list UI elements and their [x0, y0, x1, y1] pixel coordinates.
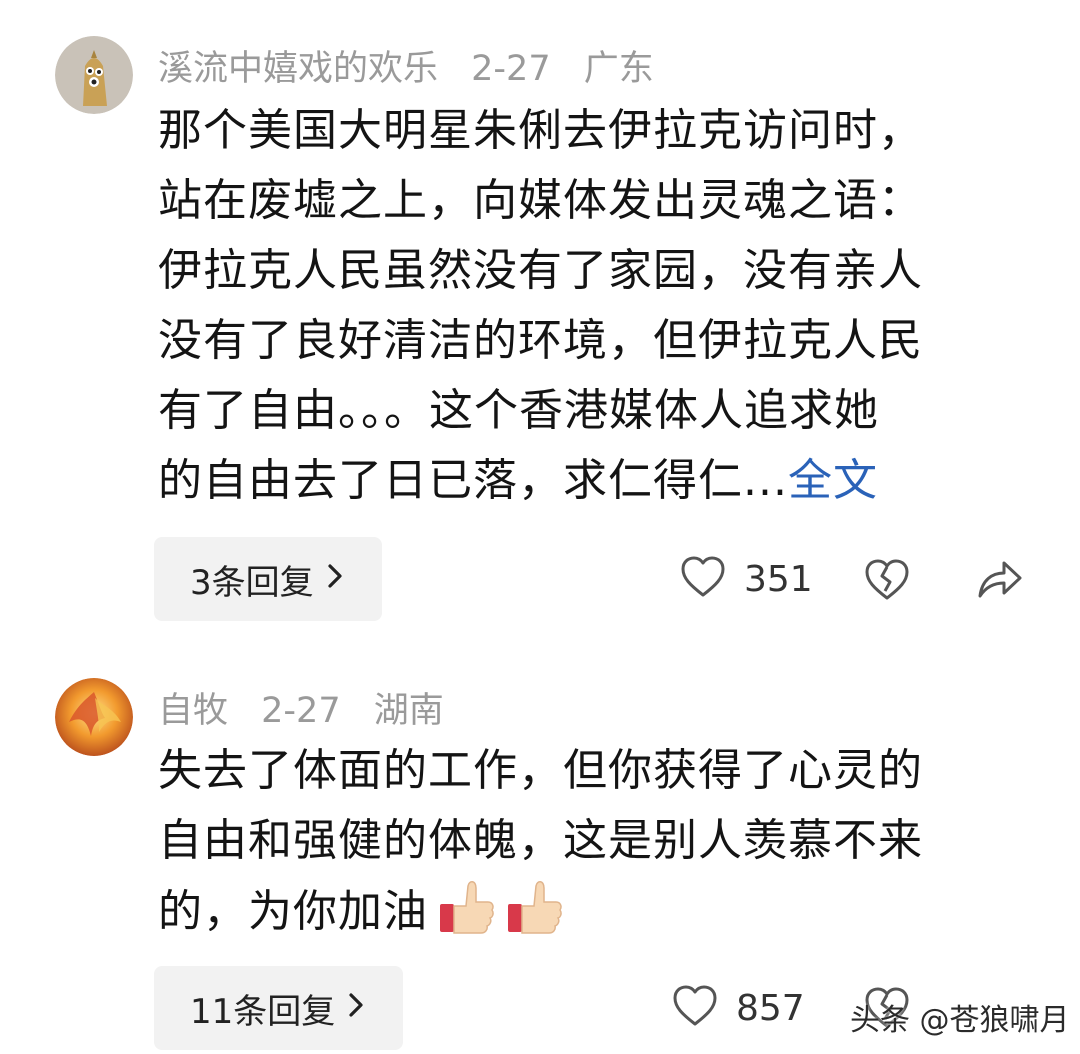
comment-date: 2-27 [261, 691, 341, 731]
comment-line: 的自由去了日已落，求仁得仁... [158, 455, 788, 506]
like-count: 857 [736, 987, 805, 1029]
comment-line: 自由和强健的体魄，这是别人羡慕不来 [158, 815, 923, 866]
thumbs-up-icon [504, 876, 564, 957]
comment-line: 站在废墟之上，向媒体发出灵魂之语： [158, 175, 923, 226]
heart-icon [672, 984, 718, 1032]
comment-line: 没有了良好清洁的环境，但伊拉克人民 [158, 315, 923, 366]
heart-icon [680, 555, 726, 603]
comment-date: 2-27 [471, 49, 551, 89]
replies-label: 3条回复 [190, 562, 314, 603]
comment-line-last: 的，为你加油 [158, 876, 1008, 957]
cartoon-character-avatar[interactable] [55, 36, 133, 114]
broken-heart-icon[interactable] [864, 558, 910, 606]
phoenix-avatar[interactable] [55, 678, 133, 756]
comment-line: 失去了体面的工作，但你获得了心灵的 [158, 745, 923, 796]
like-button[interactable]: 351 [680, 555, 813, 603]
comment-text: 失去了体面的工作，但你获得了心灵的 自由和强健的体魄，这是别人羡慕不来 的，为你… [158, 736, 1008, 957]
comment-meta: 溪流中嬉戏的欢乐 2-27 广东 [158, 40, 676, 91]
comment-line: 伊拉克人民虽然没有了家园，没有亲人 [158, 245, 923, 296]
like-button[interactable]: 857 [672, 984, 805, 1032]
share-icon[interactable] [976, 558, 1024, 604]
watermark: 头条 @苍狼啸月 [850, 1003, 1070, 1038]
replies-button[interactable]: 11条回复 [154, 966, 404, 1050]
username[interactable]: 自牧 [158, 691, 228, 731]
like-count: 351 [744, 558, 813, 600]
chevron-right-icon [326, 560, 344, 598]
username[interactable]: 溪流中嬉戏的欢乐 [158, 49, 438, 89]
comment-meta: 自牧 2-27 湖南 [158, 682, 466, 733]
comment-line: 有了自由。。。这个香港媒体人追求她 [158, 385, 879, 436]
thumbs-up-icon [436, 876, 496, 957]
full-text-link[interactable]: 全文 [788, 455, 878, 506]
comment-location: 广东 [583, 49, 654, 89]
comment-line: 的，为你加油 [158, 886, 428, 937]
comment-line-last: 的自由去了日已落，求仁得仁...全文 [158, 446, 1008, 516]
replies-label: 11条回复 [190, 991, 336, 1032]
comment-line: 那个美国大明星朱俐去伊拉克访问时， [158, 105, 923, 156]
replies-button[interactable]: 3条回复 [154, 537, 382, 621]
chevron-right-icon [347, 989, 365, 1027]
comment-location: 湖南 [373, 691, 444, 731]
comment-text: 那个美国大明星朱俐去伊拉克访问时， 站在废墟之上，向媒体发出灵魂之语： 伊拉克人… [158, 96, 1008, 516]
